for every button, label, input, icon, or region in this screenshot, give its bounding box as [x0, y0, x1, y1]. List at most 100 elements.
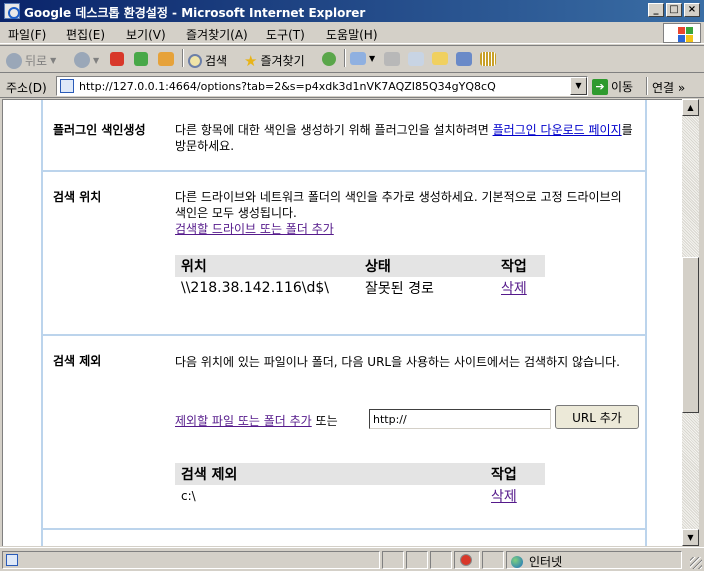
- add-url-button[interactable]: URL 추가: [555, 405, 639, 429]
- page-icon: [60, 79, 74, 93]
- page-status-icon: [6, 554, 18, 566]
- page-viewport[interactable]: 플러그인 색인생성 다른 항목에 대한 색인을 생성하기 위해 플러그인을 설치…: [2, 99, 682, 546]
- menu-file[interactable]: 파일(F): [8, 26, 46, 43]
- internet-globe-icon: [511, 554, 523, 568]
- action-column-header: 작업: [495, 255, 545, 277]
- folder-button[interactable]: [432, 52, 448, 65]
- add-exclude-folder-link[interactable]: 제외할 파일 또는 폴더 추가: [175, 414, 312, 428]
- exclude-section-label: 검색 제외: [53, 354, 102, 368]
- window-controls: _ □ ×: [648, 3, 700, 17]
- address-input[interactable]: http://127.0.0.1:4664/options?tab=2&s=p4…: [56, 76, 588, 96]
- edit-icon: [408, 52, 424, 66]
- home-button[interactable]: [158, 52, 174, 66]
- address-label: 주소(D): [6, 81, 47, 95]
- delete-location-link-cell: 삭제: [495, 277, 545, 299]
- add-search-folder-link[interactable]: 검색할 드라이브 또는 폴더 추가: [175, 221, 334, 237]
- scroll-up-button[interactable]: ▲: [682, 99, 699, 116]
- toolbar-separator: [344, 49, 346, 67]
- menu-bar: 파일(F) 편집(E) 보기(V) 즐겨찾기(A) 도구(T) 도움말(H): [0, 22, 704, 44]
- research-button[interactable]: [480, 52, 496, 66]
- go-button[interactable]: ➔ 이동: [592, 78, 633, 95]
- refresh-button[interactable]: [134, 52, 148, 66]
- plugin-download-link[interactable]: 플러그인 다운로드 페이지: [493, 123, 622, 137]
- favorites-button[interactable]: ★ 즐겨찾기: [244, 52, 305, 69]
- links-button[interactable]: 연결 »: [652, 79, 685, 96]
- menu-help[interactable]: 도움말(H): [326, 26, 378, 43]
- edit-button[interactable]: [408, 52, 424, 66]
- standard-toolbar: 뒤로 ▼ ▼ 검색 ★ 즐겨찾기 ▼: [0, 45, 704, 73]
- status-pane: [382, 551, 404, 569]
- media-button[interactable]: [322, 52, 336, 66]
- status-column-header: 상태: [359, 255, 495, 277]
- security-zone-label: 인터넷: [529, 555, 563, 569]
- status-pane: [482, 551, 504, 569]
- print-icon: [384, 52, 400, 66]
- forward-button[interactable]: ▼: [74, 52, 99, 68]
- delete-exclude-link-cell: 삭제: [485, 485, 545, 507]
- chevron-down-icon: ▼: [93, 55, 100, 65]
- table-row: c:\ 삭제: [175, 485, 545, 507]
- forward-arrow-icon: [74, 52, 90, 68]
- stop-icon: [110, 52, 124, 66]
- go-label: 이동: [611, 80, 634, 94]
- back-button[interactable]: 뒤로 ▼: [6, 52, 56, 69]
- resize-grip[interactable]: [690, 557, 702, 569]
- messenger-icon: [456, 52, 472, 66]
- folder-icon: [432, 52, 448, 65]
- search-icon: [188, 53, 202, 68]
- popup-blocked-icon: [460, 554, 472, 566]
- go-arrow-icon: ➔: [592, 78, 608, 95]
- status-text-pane: [2, 551, 380, 569]
- messenger-button[interactable]: [456, 52, 472, 66]
- menu-tools[interactable]: 도구(T): [266, 26, 305, 43]
- exclude-column-header: 검색 제외: [175, 463, 485, 485]
- favorites-label: 즐겨찾기: [260, 54, 305, 68]
- vertical-scrollbar[interactable]: ▲ ▼: [682, 99, 699, 546]
- plugin-section-label: 플러그인 색인생성: [53, 123, 146, 137]
- exclude-item-cell: c:\: [175, 485, 485, 507]
- status-bar: 인터넷: [0, 547, 704, 571]
- plugin-text-before: 다른 항목에 대한 색인을 생성하기 위해 플러그인을 설치하려면: [175, 123, 493, 137]
- or-text: 또는: [315, 414, 338, 428]
- stop-button[interactable]: [110, 52, 124, 66]
- menu-favorites[interactable]: 즐겨찾기(A): [186, 26, 248, 43]
- scroll-down-button[interactable]: ▼: [682, 529, 699, 546]
- title-bar[interactable]: Google 데스크톱 환경설정 - Microsoft Internet Ex…: [0, 0, 704, 22]
- section-divider: [41, 528, 647, 530]
- address-separator: [646, 77, 648, 95]
- exclude-add-row: 제외할 파일 또는 폴더 추가 또는: [175, 413, 338, 429]
- media-icon: [322, 52, 336, 66]
- location-cell: \\218.38.142.116\d$\: [175, 277, 359, 299]
- menu-edit[interactable]: 편집(E): [66, 26, 105, 43]
- chevron-down-icon: ▼: [50, 56, 57, 65]
- search-location-table: 위치 상태 작업 \\218.38.142.116\d$\ 잘못된 경로 삭제: [175, 255, 545, 299]
- popup-blocker-pane[interactable]: [454, 551, 480, 569]
- delete-location-link[interactable]: 삭제: [501, 281, 527, 297]
- table-header-row: 위치 상태 작업: [175, 255, 545, 277]
- search-location-text: 다른 드라이브와 네트워크 폴더의 색인을 추가로 생성하세요. 기본적으로 고…: [175, 190, 622, 220]
- status-pane: [430, 551, 452, 569]
- delete-exclude-link[interactable]: 삭제: [491, 489, 517, 505]
- exclude-url-input[interactable]: [369, 409, 551, 429]
- exclude-table: 검색 제외 작업 c:\ 삭제: [175, 463, 545, 507]
- menu-view[interactable]: 보기(V): [126, 26, 166, 43]
- refresh-icon: [134, 52, 148, 66]
- research-icon: [480, 52, 496, 66]
- print-button[interactable]: [384, 52, 400, 66]
- close-button[interactable]: ×: [684, 3, 700, 17]
- window-title: Google 데스크톱 환경설정 - Microsoft Internet Ex…: [24, 6, 366, 20]
- location-column-header: 위치: [175, 255, 359, 277]
- section-divider: [41, 334, 647, 336]
- back-arrow-icon: [6, 52, 22, 69]
- status-pane: [406, 551, 428, 569]
- chevron-down-icon: ▼: [369, 54, 376, 63]
- minimize-button[interactable]: _: [648, 3, 664, 17]
- search-button[interactable]: 검색: [188, 52, 227, 69]
- address-url: http://127.0.0.1:4664/options?tab=2&s=p4…: [79, 80, 496, 93]
- scroll-thumb[interactable]: [682, 257, 699, 413]
- table-header-row: 검색 제외 작업: [175, 463, 545, 485]
- mail-button[interactable]: ▼: [350, 52, 375, 65]
- address-dropdown-button[interactable]: ▼: [570, 77, 587, 95]
- action-column-header: 작업: [485, 463, 545, 485]
- maximize-button[interactable]: □: [666, 3, 682, 17]
